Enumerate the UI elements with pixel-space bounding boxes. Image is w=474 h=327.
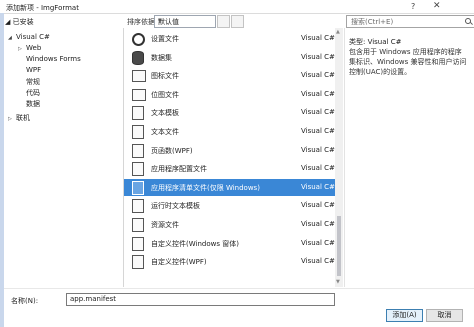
background-strip: [0, 13, 4, 327]
list-item[interactable]: 资源文件 Visual C#: [124, 216, 335, 233]
list-item[interactable]: 位图文件 Visual C#: [124, 86, 335, 103]
list-item[interactable]: 运行时文本模板 Visual C#: [124, 197, 335, 214]
divider: [4, 288, 474, 289]
item-name: 位图文件: [151, 90, 179, 99]
item-name: 文本模板: [151, 109, 179, 118]
list-item[interactable]: 文本文件 Visual C#: [124, 123, 335, 140]
resource-icon: [132, 218, 144, 232]
help-button[interactable]: ?: [411, 2, 415, 11]
manifest-icon: [132, 180, 144, 195]
item-language: Visual C#: [301, 127, 335, 135]
close-button[interactable]: ✕: [433, 1, 441, 11]
item-name: 页函数(WPF): [151, 146, 193, 155]
item-name: 文本文件: [151, 128, 179, 136]
item-language: Visual C#: [301, 220, 335, 228]
item-language: Visual C#: [301, 201, 335, 210]
tree-item-code[interactable]: 代码: [26, 88, 40, 98]
tree-item-visual-csharp[interactable]: ◢ Visual C#: [8, 33, 50, 41]
detail-description: 包含用于 Windows 应用程序的程序集标识、Windows 兼容性和用户访问…: [349, 48, 467, 76]
search-input[interactable]: 搜索(Ctrl+E): [346, 15, 474, 28]
item-name: 自定义控件(WPF): [151, 258, 207, 267]
item-name: 应用程序配置文件: [151, 165, 207, 174]
detail-panel: 类型: Visual C# 包含用于 Windows 应用程序的程序集标识、Wi…: [344, 28, 473, 287]
installed-header[interactable]: ◢ 已安装: [5, 17, 34, 27]
grid-view-button[interactable]: [217, 15, 230, 28]
list-scrollbar[interactable]: ▲ ▼: [335, 28, 343, 287]
item-name: 设置文件: [151, 35, 179, 43]
list-item[interactable]: 数据集 Visual C#: [124, 49, 335, 66]
search-placeholder: 搜索(Ctrl+E): [351, 18, 394, 26]
list-item[interactable]: 页函数(WPF) Visual C#: [124, 142, 335, 159]
item-name: 应用程序清单文件(仅限 Windows): [151, 183, 260, 192]
cancel-button[interactable]: 取消: [426, 309, 463, 322]
list-item[interactable]: 自定义控件(Windows 窗体) Visual C#: [124, 235, 335, 252]
item-language: Visual C#: [301, 71, 335, 80]
sort-dropdown[interactable]: 默认值 ▼: [154, 15, 216, 28]
document-icon: [132, 125, 144, 139]
template-list: 设置文件 Visual C# 数据集 Visual C# 图标文件 Visual C# 位图…: [124, 28, 335, 287]
item-name: 资源文件: [151, 221, 179, 229]
list-item[interactable]: 设置文件 Visual C#: [124, 30, 335, 47]
chevron-down-icon: ▼: [158, 18, 162, 24]
detail-type: 类型: Visual C#: [349, 38, 402, 46]
database-icon: [132, 50, 144, 65]
category-tree: ◢ Visual C# ▷ Web Windows Forms WPF 常规 代码 …: [5, 28, 124, 287]
scroll-up-icon[interactable]: ▲: [336, 29, 340, 35]
search-icon: [465, 18, 471, 24]
item-language: Visual C#: [301, 108, 335, 117]
template-icon: [132, 199, 144, 214]
name-value: app.manifest: [70, 295, 117, 303]
gear-icon: [132, 33, 145, 46]
tree-item-windows-forms[interactable]: Windows Forms: [26, 55, 81, 63]
toolbar: ◢ 已安装 排序依据: 默认值 ▼ 搜索(Ctrl+E): [5, 14, 474, 28]
image-icon: [132, 70, 146, 83]
title-bar: 添加新项 - ImgFormat ? ✕: [0, 0, 474, 14]
window-title: 添加新项 - ImgFormat: [6, 4, 79, 12]
control-icon: [132, 255, 144, 270]
item-language: Visual C#: [301, 89, 335, 98]
name-label: 名称(N):: [11, 297, 39, 305]
add-button[interactable]: 添加(A): [386, 309, 423, 322]
page-function-icon: [132, 143, 144, 158]
item-language: Visual C#: [301, 238, 335, 247]
item-name: 图标文件: [151, 72, 179, 81]
item-language: Visual C#: [301, 164, 335, 173]
list-item[interactable]: 应用程序清单文件(仅限 Windows) Visual C#: [124, 178, 335, 196]
tree-item-data[interactable]: 数据: [26, 99, 40, 109]
list-view-button[interactable]: [231, 15, 244, 28]
item-language: Visual C#: [301, 257, 335, 266]
tree-item-wpf[interactable]: WPF: [26, 66, 41, 74]
item-language: Visual C#: [301, 145, 335, 154]
name-field[interactable]: app.manifest: [66, 293, 335, 306]
list-item[interactable]: 文本模板 Visual C#: [124, 104, 335, 121]
list-item[interactable]: 应用程序配置文件 Visual C#: [124, 160, 335, 177]
image-icon: [132, 88, 146, 101]
scroll-thumb[interactable]: [337, 216, 341, 276]
item-name: 运行时文本模板: [151, 202, 200, 211]
config-icon: [132, 162, 144, 177]
scroll-down-icon[interactable]: ▼: [336, 279, 340, 285]
tree-item-web[interactable]: ▷ Web: [18, 44, 41, 52]
item-language: Visual C#: [301, 52, 335, 61]
list-item[interactable]: 图标文件 Visual C#: [124, 67, 335, 84]
sort-label: 排序依据:: [127, 18, 158, 26]
document-icon: [132, 106, 144, 121]
tree-item-general[interactable]: 常规: [26, 77, 40, 87]
item-language: Visual C#: [301, 34, 335, 42]
item-name: 自定义控件(Windows 窗体): [151, 239, 239, 248]
control-icon: [132, 236, 144, 251]
list-item[interactable]: 自定义控件(WPF) Visual C#: [124, 253, 335, 270]
item-language: Visual C#: [301, 182, 335, 191]
tree-item-online[interactable]: ▷ 联机: [8, 113, 30, 123]
item-name: 数据集: [151, 53, 172, 62]
